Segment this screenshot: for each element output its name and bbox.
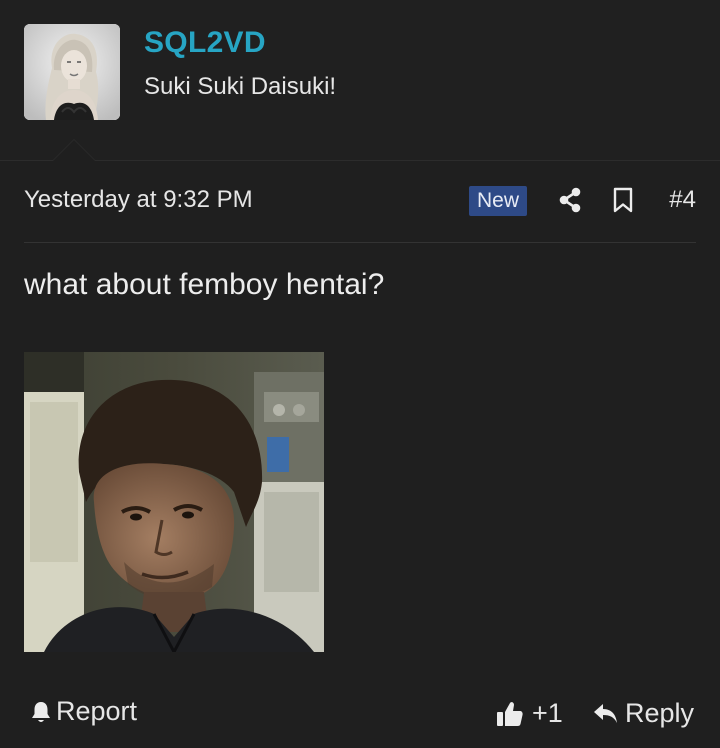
post-gif-image	[24, 352, 324, 652]
avatar-image	[24, 24, 120, 120]
post-image[interactable]	[24, 352, 324, 652]
post-timestamp[interactable]: Yesterday at 9:32 PM	[24, 186, 253, 214]
reply-arrow-icon	[593, 703, 617, 723]
username-link[interactable]: SQL2VD	[144, 26, 266, 60]
reply-label: Reply	[624, 698, 694, 728]
report-label: Report	[56, 696, 138, 726]
post-body-text: what about femboy hentai?	[24, 268, 385, 301]
new-badge: New	[469, 186, 528, 216]
user-avatar[interactable]	[24, 24, 120, 120]
bookmark-button[interactable]	[608, 185, 638, 215]
report-link[interactable]: Report	[30, 696, 137, 727]
bookmark-icon	[613, 187, 633, 213]
like-button[interactable]: +1	[496, 698, 563, 729]
share-icon	[559, 187, 581, 213]
share-button[interactable]	[555, 185, 585, 215]
message-user-header: SQL2VD Suki Suki Daisuki!	[0, 0, 720, 161]
bell-icon	[32, 701, 50, 722]
reply-button[interactable]: Reply	[593, 698, 694, 729]
post-number-link[interactable]: #4	[669, 186, 696, 214]
message-attribution: Yesterday at 9:32 PM New #4	[24, 176, 696, 226]
message-arrow-notch	[52, 139, 96, 161]
meta-divider	[24, 242, 696, 243]
thumbs-up-icon	[497, 701, 523, 726]
like-count: +1	[532, 698, 563, 728]
user-title: Suki Suki Daisuki!	[144, 73, 337, 100]
message-actions-bar: Report +1 Reply	[24, 690, 696, 734]
